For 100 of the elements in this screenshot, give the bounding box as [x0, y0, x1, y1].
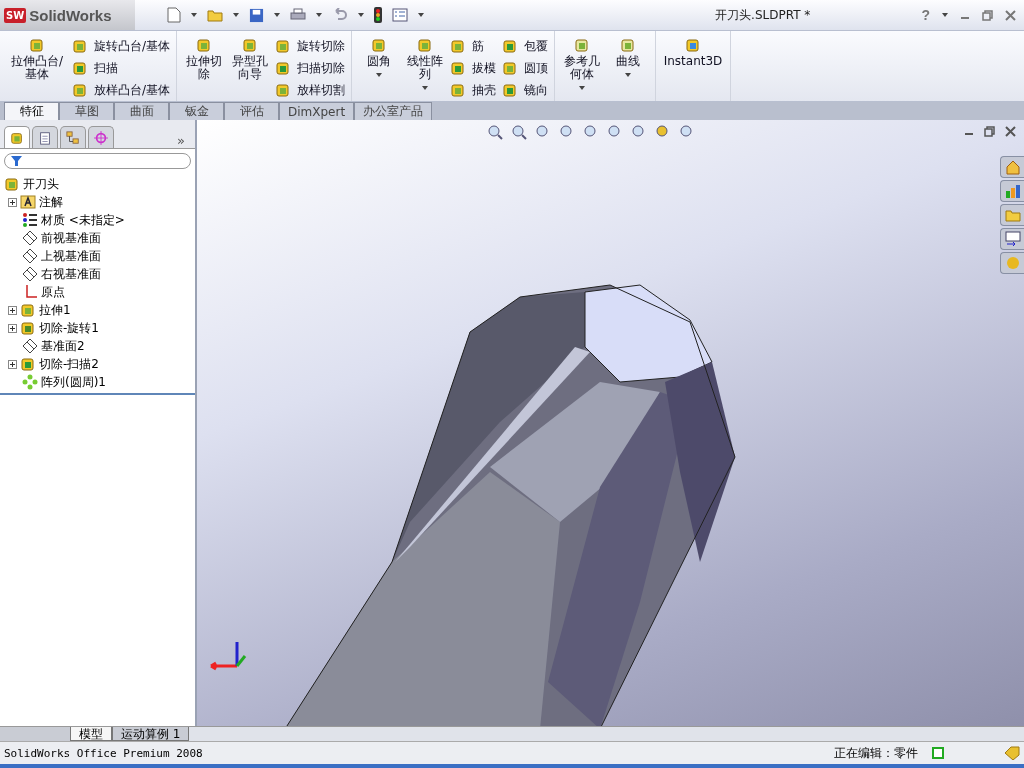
command-button[interactable]: 放样凸台/基体	[72, 79, 171, 101]
command-icon	[502, 82, 519, 98]
command-icon	[275, 82, 292, 98]
filter-field[interactable]	[4, 153, 191, 169]
command-icon	[275, 38, 292, 54]
command-button[interactable]: 放样切割	[275, 79, 346, 101]
caret-icon[interactable]	[316, 13, 322, 17]
tree-item[interactable]: 材质 <未指定>	[41, 211, 125, 229]
extrude-icon	[20, 302, 36, 318]
tree-item[interactable]: 阵列(圆周)1	[41, 373, 106, 391]
status-mode: 正在编辑：零件	[834, 744, 918, 762]
task-pane-tab[interactable]	[1000, 156, 1024, 178]
expand-toggle-icon[interactable]	[8, 359, 17, 369]
sphere-icon	[1004, 255, 1021, 271]
help-icon[interactable]	[932, 747, 944, 759]
panel-tab[interactable]	[88, 126, 114, 148]
task-pane-tab[interactable]	[1000, 180, 1024, 202]
caret-icon[interactable]	[942, 13, 948, 17]
restore-icon[interactable]	[982, 9, 993, 21]
undo-icon[interactable]	[332, 8, 348, 22]
command-tab[interactable]: DimXpert	[279, 102, 355, 120]
tree-item[interactable]: 拉伸1	[39, 301, 71, 319]
command-button[interactable]: 抽壳	[450, 79, 497, 101]
panel-tab[interactable]	[60, 126, 86, 148]
caret-icon[interactable]	[358, 13, 364, 17]
tree-item[interactable]: 基准面2	[41, 337, 85, 355]
close-icon[interactable]	[1005, 126, 1016, 137]
panel-tab[interactable]	[4, 126, 30, 148]
command-tab[interactable]: 草图	[59, 102, 114, 120]
restore-icon[interactable]	[984, 126, 995, 137]
command-icon	[417, 37, 434, 53]
caret-icon[interactable]	[274, 13, 280, 17]
zoom-area-icon[interactable]	[511, 124, 527, 140]
caret-icon[interactable]	[376, 73, 383, 77]
traffic-light-icon[interactable]	[374, 7, 382, 23]
caret-icon[interactable]	[422, 86, 429, 90]
command-button[interactable]: 镜向	[502, 79, 549, 101]
command-button[interactable]: 筋	[450, 35, 497, 57]
command-button[interactable]: 线性阵列	[404, 35, 447, 96]
caret-icon[interactable]	[625, 73, 632, 77]
tree-item[interactable]: 右视基准面	[41, 265, 101, 283]
plane-icon	[22, 338, 38, 354]
command-tab[interactable]: 特征	[4, 102, 59, 120]
zoom-fit-icon[interactable]	[487, 124, 503, 140]
expand-toggle-icon[interactable]	[8, 323, 17, 333]
command-icon	[450, 60, 467, 76]
expand-toggle-icon[interactable]	[8, 305, 17, 315]
help-button[interactable]: ?	[921, 7, 930, 23]
command-button[interactable]: 圆角	[358, 35, 401, 83]
tree-item[interactable]: 切除-旋转1	[39, 319, 99, 337]
logo-text: SolidWorks	[29, 6, 112, 24]
caret-icon[interactable]	[418, 13, 424, 17]
command-button[interactable]: 圆顶	[502, 57, 549, 79]
command-tab[interactable]: 钣金	[169, 102, 224, 120]
expand-panel-button[interactable]: »	[177, 133, 185, 148]
command-button[interactable]: 旋转凸台/基体	[72, 35, 171, 57]
tree-item[interactable]: 前视基准面	[41, 229, 101, 247]
command-tab[interactable]: 办公室产品	[354, 102, 433, 120]
close-icon[interactable]	[1005, 9, 1016, 21]
feature-tree-icon	[10, 130, 24, 145]
printer-icon[interactable]	[290, 8, 306, 22]
sheet-tab[interactable]: 运动算例 1	[112, 727, 190, 741]
task-pane-tab[interactable]	[1000, 228, 1024, 250]
panel-tab[interactable]	[32, 126, 58, 148]
tree-item[interactable]: 上视基准面	[41, 247, 101, 265]
command-button[interactable]: 包覆	[502, 35, 549, 57]
sheet-tab[interactable]: 模型	[70, 727, 112, 741]
command-button[interactable]: 拉伸凸台/基体	[6, 35, 68, 83]
command-tab[interactable]: 曲面	[114, 102, 169, 120]
folder-icon[interactable]	[207, 8, 223, 22]
command-button[interactable]: 曲线	[607, 35, 650, 83]
command-icon	[196, 37, 213, 53]
command-button[interactable]: 拔模	[450, 57, 497, 79]
status-text: SolidWorks Office Premium 2008	[4, 746, 204, 760]
tree-item[interactable]: 开刀头	[23, 175, 59, 193]
command-icon	[72, 82, 88, 98]
command-button[interactable]: 异型孔向导	[229, 35, 272, 83]
caret-icon[interactable]	[191, 13, 197, 17]
tree-item[interactable]: 原点	[41, 283, 65, 301]
command-tab[interactable]: 评估	[224, 102, 279, 120]
expand-toggle-icon[interactable]	[8, 197, 17, 207]
command-icon	[29, 37, 45, 53]
plane-icon	[22, 248, 38, 264]
command-button[interactable]: Instant3D	[662, 35, 725, 70]
save-icon[interactable]	[249, 7, 264, 23]
tree-item[interactable]: 注解	[39, 193, 63, 211]
caret-icon[interactable]	[579, 86, 586, 90]
command-button[interactable]: 旋转切除	[275, 35, 346, 57]
tree-item[interactable]: 切除-扫描2	[39, 355, 99, 373]
tag-icon[interactable]	[1004, 746, 1020, 760]
options-icon[interactable]	[392, 8, 408, 22]
command-button[interactable]: 扫描	[72, 57, 171, 79]
command-icon	[275, 60, 292, 76]
command-button[interactable]: 参考几何体	[561, 35, 604, 96]
bar-chart-icon	[1004, 183, 1021, 199]
new-document-icon[interactable]	[167, 7, 181, 23]
caret-icon[interactable]	[233, 13, 239, 17]
command-button[interactable]: 拉伸切除	[183, 35, 226, 83]
command-button[interactable]: 扫描切除	[275, 57, 346, 79]
app-logo[interactable]: SW SolidWorks	[0, 0, 135, 30]
